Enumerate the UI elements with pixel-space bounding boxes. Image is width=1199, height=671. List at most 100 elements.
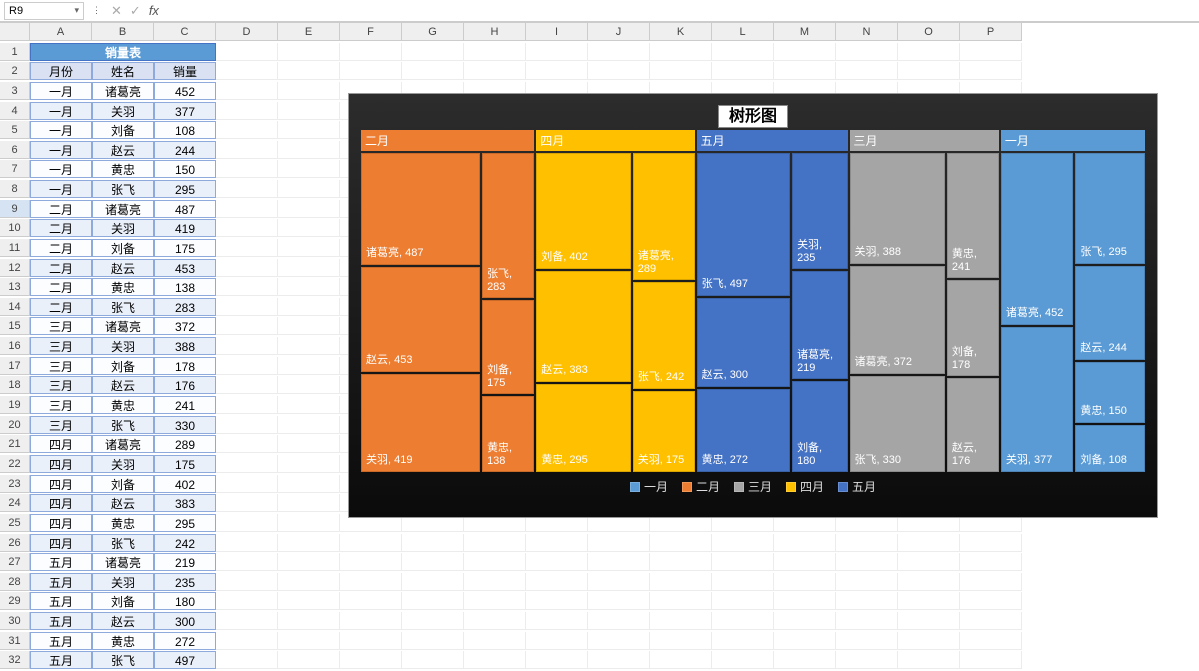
cell[interactable] — [278, 632, 340, 650]
name-box[interactable]: R9 ▾ — [4, 2, 84, 20]
table-cell[interactable]: 三月 — [30, 357, 92, 375]
cell[interactable] — [402, 592, 464, 610]
fx-icon[interactable]: fx — [149, 3, 159, 18]
table-cell[interactable]: 黄忠 — [92, 278, 154, 296]
table-cell[interactable]: 295 — [154, 180, 216, 198]
cell[interactable] — [278, 62, 340, 80]
table-cell[interactable]: 张飞 — [92, 651, 154, 669]
cell[interactable] — [588, 612, 650, 630]
cell[interactable] — [960, 573, 1022, 591]
cell[interactable] — [278, 278, 340, 296]
cell[interactable] — [960, 553, 1022, 571]
table-cell[interactable]: 诸葛亮 — [92, 553, 154, 571]
cell[interactable] — [464, 612, 526, 630]
table-cell[interactable]: 刘备 — [92, 475, 154, 493]
table-cell[interactable]: 一月 — [30, 82, 92, 100]
cell[interactable] — [774, 43, 836, 61]
row-header[interactable]: 13 — [0, 278, 30, 296]
row-header[interactable]: 24 — [0, 494, 30, 512]
cell[interactable] — [216, 416, 278, 434]
treemap-tile[interactable]: 诸葛亮, 219 — [792, 271, 847, 379]
column-header[interactable]: O — [898, 23, 960, 41]
cell[interactable] — [278, 43, 340, 61]
cell[interactable] — [216, 278, 278, 296]
cell[interactable] — [526, 632, 588, 650]
cell[interactable] — [340, 592, 402, 610]
cell[interactable] — [216, 573, 278, 591]
cell[interactable] — [216, 62, 278, 80]
cell[interactable] — [464, 632, 526, 650]
table-cell[interactable]: 三月 — [30, 337, 92, 355]
table-header[interactable]: 月份 — [30, 62, 92, 80]
cell[interactable] — [340, 651, 402, 669]
cell[interactable] — [712, 632, 774, 650]
cell[interactable] — [650, 573, 712, 591]
table-cell[interactable]: 关羽 — [92, 337, 154, 355]
cell[interactable] — [836, 43, 898, 61]
table-cell[interactable]: 五月 — [30, 553, 92, 571]
row-header[interactable]: 30 — [0, 612, 30, 630]
cell[interactable] — [216, 612, 278, 630]
cell[interactable] — [278, 298, 340, 316]
select-all-corner[interactable] — [0, 23, 30, 41]
table-cell[interactable]: 150 — [154, 160, 216, 178]
legend-item[interactable]: 三月 — [734, 478, 772, 495]
row-header[interactable]: 9 — [0, 200, 30, 218]
column-header[interactable]: G — [402, 23, 464, 41]
cell[interactable] — [836, 573, 898, 591]
treemap-tile[interactable]: 赵云, 300 — [697, 298, 790, 388]
cell[interactable] — [960, 651, 1022, 669]
cell[interactable] — [216, 259, 278, 277]
cell[interactable] — [712, 651, 774, 669]
table-cell[interactable]: 272 — [154, 632, 216, 650]
cell[interactable] — [216, 121, 278, 139]
treemap-tile[interactable]: 黄忠, 295 — [536, 384, 631, 472]
table-cell[interactable]: 180 — [154, 592, 216, 610]
cell[interactable] — [712, 553, 774, 571]
cell[interactable] — [340, 573, 402, 591]
table-cell[interactable]: 刘备 — [92, 592, 154, 610]
treemap-tile[interactable]: 诸葛亮, 487 — [361, 153, 480, 265]
cell[interactable] — [278, 534, 340, 552]
column-header[interactable]: C — [154, 23, 216, 41]
cancel-icon[interactable]: ✕ — [111, 3, 122, 19]
cell[interactable] — [402, 534, 464, 552]
table-cell[interactable]: 二月 — [30, 219, 92, 237]
row-header[interactable]: 20 — [0, 416, 30, 434]
cell[interactable] — [588, 632, 650, 650]
cell[interactable] — [898, 592, 960, 610]
cell[interactable] — [340, 534, 402, 552]
table-cell[interactable]: 张飞 — [92, 416, 154, 434]
cell[interactable] — [960, 612, 1022, 630]
cell[interactable] — [216, 219, 278, 237]
row-header[interactable]: 4 — [0, 102, 30, 120]
cell[interactable] — [278, 514, 340, 532]
row-header[interactable]: 26 — [0, 534, 30, 552]
cell[interactable] — [898, 612, 960, 630]
cell[interactable] — [464, 592, 526, 610]
treemap-tile[interactable]: 关羽, 419 — [361, 374, 480, 472]
spreadsheet-grid[interactable]: 树形图 二月诸葛亮, 487赵云, 453关羽, 419张飞, 283刘备, 1… — [0, 22, 1199, 671]
cell[interactable] — [774, 632, 836, 650]
table-cell[interactable]: 175 — [154, 239, 216, 257]
table-cell[interactable]: 五月 — [30, 632, 92, 650]
cell[interactable] — [588, 534, 650, 552]
table-cell[interactable]: 张飞 — [92, 180, 154, 198]
table-cell[interactable]: 138 — [154, 278, 216, 296]
cell[interactable] — [216, 435, 278, 453]
cell[interactable] — [898, 62, 960, 80]
treemap-tile[interactable]: 赵云, 176 — [947, 378, 999, 472]
treemap-tile[interactable]: 赵云, 244 — [1075, 266, 1145, 360]
cell[interactable] — [402, 612, 464, 630]
table-cell[interactable]: 388 — [154, 337, 216, 355]
cell[interactable] — [402, 553, 464, 571]
table-cell[interactable]: 二月 — [30, 298, 92, 316]
cell[interactable] — [526, 573, 588, 591]
treemap-tile[interactable]: 黄忠, 138 — [482, 396, 534, 472]
cell[interactable] — [774, 612, 836, 630]
table-cell[interactable]: 242 — [154, 534, 216, 552]
table-cell[interactable]: 一月 — [30, 102, 92, 120]
cell[interactable] — [650, 651, 712, 669]
table-cell[interactable]: 赵云 — [92, 259, 154, 277]
row-header[interactable]: 12 — [0, 259, 30, 277]
